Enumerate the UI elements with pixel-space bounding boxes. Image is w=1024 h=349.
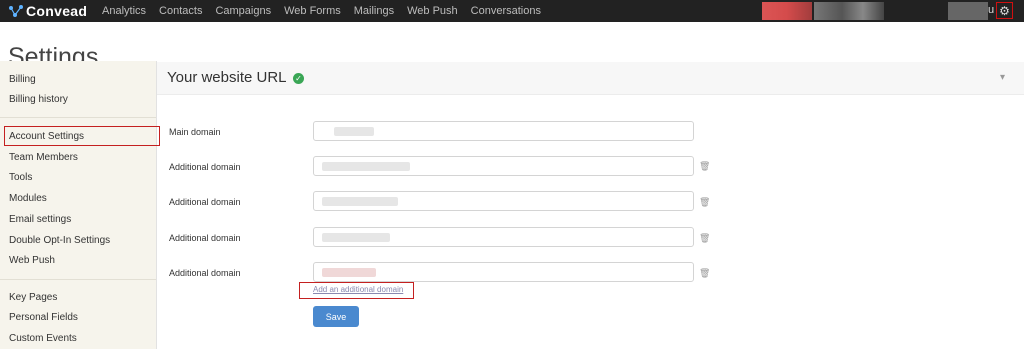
chevron-down-icon[interactable]: ▾ [1000, 72, 1005, 83]
sidebar-item-team-members[interactable]: Team Members [9, 152, 78, 163]
additional-domain-input[interactable] [313, 262, 694, 282]
sidebar-item-personal-fields[interactable]: Personal Fields [9, 312, 78, 323]
sidebar-item-tools[interactable]: Tools [9, 172, 32, 183]
check-circle-icon: ✓ [293, 73, 304, 84]
sidebar-item-billing-history[interactable]: Billing history [9, 94, 68, 105]
sidebar-item-web-push[interactable]: Web Push [9, 255, 55, 266]
trash-icon[interactable]: 🗑 [699, 233, 710, 244]
nav-campaigns[interactable]: Campaigns [215, 5, 271, 17]
top-navbar: Convead Analytics Contacts Campaigns Web… [0, 0, 1024, 22]
redacted-block [948, 2, 988, 20]
sidebar-item-double-opt-in[interactable]: Double Opt-In Settings [9, 235, 110, 246]
logo[interactable]: Convead [8, 2, 87, 20]
redacted-value [322, 162, 410, 171]
redacted-value [322, 233, 390, 242]
additional-domain-label: Additional domain [169, 162, 241, 172]
user-name[interactable]: u [988, 4, 994, 16]
gear-icon[interactable]: ⚙ [996, 2, 1013, 19]
additional-domain-label: Additional domain [169, 233, 241, 243]
sidebar-item-key-pages[interactable]: Key Pages [9, 292, 57, 303]
sidebar-item-custom-events[interactable]: Custom Events [9, 333, 77, 344]
redacted-value [322, 197, 398, 206]
main-domain-input[interactable] [313, 121, 694, 141]
nav-contacts[interactable]: Contacts [159, 5, 202, 17]
panel-header[interactable]: Your website URL ✓ ▾ [157, 62, 1024, 95]
nav-analytics[interactable]: Analytics [102, 5, 146, 17]
redacted-block [762, 2, 812, 20]
redacted-value [322, 268, 376, 277]
active-item-highlight [4, 126, 160, 146]
main-domain-label: Main domain [169, 127, 221, 137]
additional-domain-label: Additional domain [169, 197, 241, 207]
redacted-value [334, 127, 374, 136]
trash-icon[interactable]: 🗑 [699, 268, 710, 279]
sidebar-item-modules[interactable]: Modules [9, 193, 47, 204]
additional-domain-input[interactable] [313, 227, 694, 247]
logo-text: Convead [26, 3, 88, 19]
trash-icon[interactable]: 🗑 [699, 197, 710, 208]
settings-sidebar: Billing Billing history Account Settings… [0, 61, 160, 349]
sidebar-divider [0, 117, 156, 118]
main-nav: Analytics Contacts Campaigns Web Forms M… [102, 0, 554, 22]
nav-web-push[interactable]: Web Push [407, 5, 458, 17]
sidebar-item-email-settings[interactable]: Email settings [9, 214, 71, 225]
add-link-highlight [299, 282, 414, 299]
additional-domain-input[interactable] [313, 156, 694, 176]
sidebar-divider [0, 279, 156, 280]
trash-icon[interactable]: 🗑 [699, 161, 710, 172]
sidebar-item-billing[interactable]: Billing [9, 74, 36, 85]
nav-mailings[interactable]: Mailings [354, 5, 394, 17]
panel-title: Your website URL [167, 69, 287, 86]
nav-web-forms[interactable]: Web Forms [284, 5, 341, 17]
logo-icon [8, 4, 24, 18]
save-button[interactable]: Save [313, 306, 359, 327]
nav-conversations[interactable]: Conversations [471, 5, 541, 17]
additional-domain-input[interactable] [313, 191, 694, 211]
redacted-block [814, 2, 884, 20]
additional-domain-label: Additional domain [169, 268, 241, 278]
